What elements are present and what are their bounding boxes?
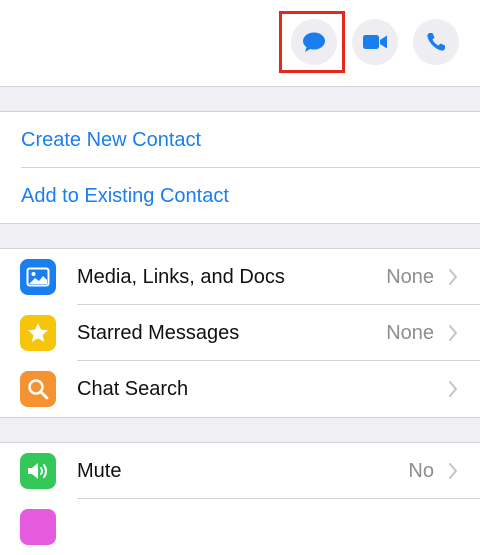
mute-row[interactable]: Mute No (0, 443, 480, 499)
add-existing-contact-link[interactable]: Add to Existing Contact (21, 168, 229, 224)
chevron-right-icon (449, 381, 457, 397)
row-value: No (408, 459, 434, 482)
phone-icon (427, 33, 445, 51)
row-label: Mute (77, 459, 122, 482)
chat-info-section: Media, Links, and Docs None Starred Mess… (0, 249, 480, 417)
create-new-contact-link[interactable]: Create New Contact (21, 112, 201, 168)
chevron-right-icon (449, 269, 457, 285)
highlight-box (279, 11, 345, 73)
section-gap (0, 417, 480, 443)
photo-icon (20, 259, 56, 295)
starred-messages-row[interactable]: Starred Messages None (0, 305, 480, 361)
header-bar (0, 0, 480, 87)
row-label: Starred Messages (77, 321, 240, 344)
contact-actions-section: Create New Contact Add to Existing Conta… (0, 112, 480, 223)
chevron-right-icon (449, 325, 457, 341)
chat-search-row[interactable]: Chat Search (0, 361, 480, 417)
chat-settings-section: Mute No (0, 443, 480, 545)
section-gap (0, 87, 480, 112)
next-row-partial[interactable] (0, 499, 480, 555)
magnifier-icon (20, 371, 56, 407)
row-label: Media, Links, and Docs (77, 265, 285, 288)
video-camera-icon (363, 35, 387, 49)
row-value: None (386, 321, 434, 344)
chevron-right-icon (449, 463, 457, 479)
speaker-icon (20, 453, 56, 489)
video-call-button[interactable] (352, 19, 398, 65)
section-gap (0, 223, 480, 249)
row-value: None (386, 265, 434, 288)
media-links-docs-row[interactable]: Media, Links, and Docs None (0, 249, 480, 305)
row-label: Chat Search (77, 377, 189, 400)
voice-call-button[interactable] (413, 19, 459, 65)
star-icon (20, 315, 56, 351)
app-icon (20, 509, 56, 545)
